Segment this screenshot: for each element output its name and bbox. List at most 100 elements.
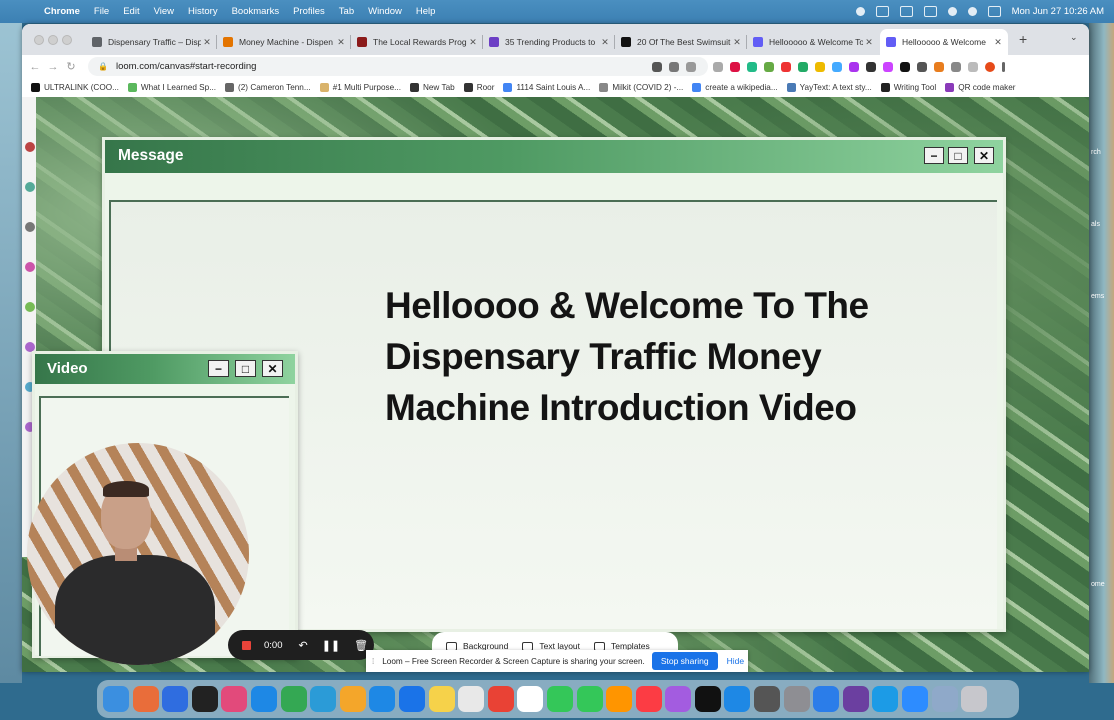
menubar-clock[interactable]: Mon Jun 27 10:26 AM <box>1012 6 1104 17</box>
minimize-icon[interactable]: − <box>208 360 229 377</box>
dock-app-icon[interactable] <box>191 686 218 712</box>
dock-app-icon[interactable] <box>783 686 810 712</box>
dock-app-icon[interactable] <box>250 686 277 712</box>
extension-icon[interactable] <box>781 61 791 72</box>
browser-tab[interactable]: The Local Rewards Progr ✕ <box>351 29 483 55</box>
dock-app-icon[interactable] <box>398 686 425 712</box>
maximize-icon[interactable]: □ <box>948 147 968 164</box>
dock-app-icon[interactable] <box>931 686 958 712</box>
close-icon[interactable]: ✕ <box>262 360 283 377</box>
window-close-button[interactable] <box>34 35 44 45</box>
browser-tab[interactable]: 20 Of The Best Swimsuit ✕ <box>615 29 747 55</box>
stop-recording-button[interactable] <box>242 640 251 650</box>
dock-app-icon[interactable] <box>813 686 840 712</box>
dock-app-icon[interactable] <box>724 686 751 712</box>
profile-avatar[interactable] <box>985 61 995 72</box>
tab-close-icon[interactable]: ✕ <box>599 37 611 48</box>
tab-search-chevron-icon[interactable]: ⌄ <box>1070 32 1078 43</box>
spotlight-search-icon[interactable] <box>967 7 977 16</box>
tab-close-icon[interactable]: ✕ <box>201 37 213 48</box>
menu-bookmarks[interactable]: Bookmarks <box>232 6 280 17</box>
extension-icon[interactable] <box>815 61 825 72</box>
dock-app-icon[interactable] <box>872 686 899 712</box>
extension-icon[interactable] <box>832 61 842 72</box>
stop-sharing-button[interactable]: Stop sharing <box>651 652 718 670</box>
url-text[interactable]: loom.com/canvas#start-recording <box>116 61 256 72</box>
metamask-icon[interactable] <box>934 61 944 72</box>
bookmark-item[interactable]: YayText: A text sty... <box>786 83 872 92</box>
menu-view[interactable]: View <box>154 6 174 17</box>
menu-history[interactable]: History <box>188 6 218 17</box>
extension-icon[interactable] <box>730 61 740 72</box>
dock-app-icon[interactable] <box>221 686 248 712</box>
microphone-icon[interactable] <box>855 7 865 16</box>
side-panel-icon[interactable] <box>968 61 978 72</box>
tab-close-icon[interactable]: ✕ <box>992 37 1004 48</box>
drag-handle-icon[interactable]: ⁞ <box>372 657 374 666</box>
extension-icon[interactable] <box>883 61 893 72</box>
bookmark-item[interactable]: New Tab <box>409 83 455 92</box>
dock-app-icon[interactable] <box>606 686 633 712</box>
battery-icon[interactable] <box>923 6 937 17</box>
bookmark-star-icon[interactable] <box>686 61 696 72</box>
bookmark-item[interactable]: Writing Tool <box>880 83 936 92</box>
dock-app-icon[interactable] <box>961 686 988 712</box>
message-window-titlebar[interactable]: Message − □ ✕ <box>105 140 1003 173</box>
menu-tab[interactable]: Tab <box>339 6 354 17</box>
dock-app-icon[interactable] <box>635 686 662 712</box>
dock-app-icon[interactable] <box>754 686 781 712</box>
browser-tab[interactable]: Dispensary Traffic – Disp ✕ <box>86 29 217 55</box>
browser-tab[interactable]: Hellooooo & Welcome To T ✕ <box>747 29 879 55</box>
browser-tab-active[interactable]: Hellooooo & Welcome ✕ <box>880 29 1008 55</box>
chrome-menu-icon[interactable] <box>1002 61 1005 72</box>
dock-app-icon[interactable] <box>902 686 929 712</box>
address-bar[interactable]: 🔒 loom.com/canvas#start-recording <box>88 57 708 76</box>
bookmark-item[interactable]: create a wikipedia... <box>692 83 778 92</box>
tab-close-icon[interactable]: ✕ <box>335 37 347 48</box>
window-minimize-button[interactable] <box>48 35 58 45</box>
tab-close-icon[interactable]: ✕ <box>731 37 743 48</box>
extension-icon[interactable] <box>866 61 876 72</box>
bookmark-item[interactable]: Roor <box>463 83 494 92</box>
bookmark-item[interactable]: (2) Cameron Tenn... <box>225 83 311 92</box>
dock-app-icon[interactable] <box>576 686 603 712</box>
extension-icon[interactable] <box>713 61 723 72</box>
menu-edit[interactable]: Edit <box>123 6 139 17</box>
dock-app-icon[interactable] <box>546 686 573 712</box>
hide-button[interactable]: Hide <box>727 656 744 666</box>
bookmark-item[interactable]: Milkit (COVID 2) -... <box>599 83 683 92</box>
cast-icon[interactable] <box>652 61 662 72</box>
extension-icon[interactable] <box>849 61 859 72</box>
menu-profiles[interactable]: Profiles <box>293 6 325 17</box>
maximize-icon[interactable]: □ <box>235 360 256 377</box>
forward-arrow-icon[interactable]: → <box>44 61 62 73</box>
minimize-icon[interactable]: − <box>924 147 944 164</box>
dock-app-icon[interactable] <box>310 686 337 712</box>
bookmark-item[interactable]: #1 Multi Purpose... <box>319 83 401 92</box>
bookmark-item[interactable]: QR code maker <box>945 83 1016 92</box>
share-icon[interactable] <box>669 61 679 72</box>
back-arrow-icon[interactable]: ← <box>26 61 44 73</box>
extensions-puzzle-icon[interactable] <box>951 61 961 72</box>
dock-app-icon[interactable] <box>487 686 514 712</box>
menu-file[interactable]: File <box>94 6 109 17</box>
new-tab-button[interactable]: + <box>1019 31 1027 47</box>
dock-app-icon[interactable] <box>280 686 307 712</box>
dock-app-icon[interactable] <box>103 686 129 712</box>
close-icon[interactable]: ✕ <box>974 147 994 164</box>
browser-tab[interactable]: 35 Trending Products to ✕ <box>483 29 615 55</box>
browser-tab[interactable]: Money Machine - Dispen ✕ <box>217 29 351 55</box>
pause-icon[interactable]: ❚❚ <box>322 639 340 652</box>
extension-icon[interactable] <box>917 61 927 72</box>
menu-help[interactable]: Help <box>416 6 436 17</box>
dock-app-icon[interactable] <box>458 686 485 712</box>
dock-app-icon[interactable] <box>665 686 692 712</box>
dock-app-icon[interactable] <box>428 686 455 712</box>
bookmark-item[interactable]: ULTRALINK (COO... <box>31 83 119 92</box>
camera-bubble[interactable] <box>27 443 249 665</box>
tab-close-icon[interactable]: ✕ <box>467 37 479 48</box>
dock-app-icon[interactable] <box>162 686 189 712</box>
headline-text[interactable]: Helloooo & Welcome To The Dispensary Tra… <box>385 280 945 433</box>
control-center-icon[interactable] <box>987 6 1001 17</box>
tab-close-icon[interactable]: ✕ <box>863 37 875 48</box>
